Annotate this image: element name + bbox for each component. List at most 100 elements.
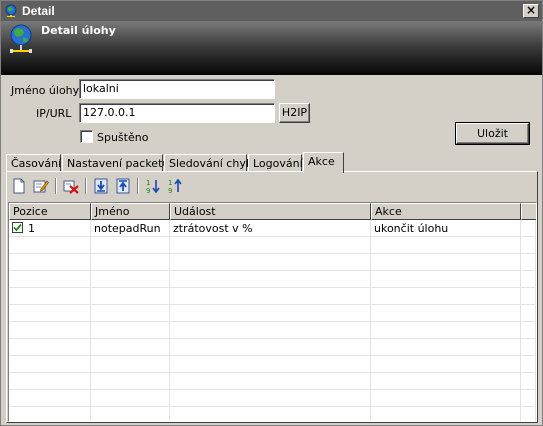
empty-cell: [371, 254, 521, 271]
empty-row: [9, 271, 536, 288]
empty-cell: [521, 373, 536, 390]
tab-sledovani-chyb[interactable]: Sledování chyb: [164, 154, 253, 172]
window-title: Detail: [22, 4, 55, 18]
edit-icon: [33, 180, 49, 193]
delete-icon: [63, 180, 79, 194]
move-down-icon: [94, 178, 108, 194]
empty-cell: [170, 373, 371, 390]
empty-cell: [371, 356, 521, 373]
new-document-icon: [13, 178, 25, 194]
empty-cell: [91, 339, 170, 356]
title-bar[interactable]: Detail ×: [1, 1, 542, 21]
empty-row: [9, 407, 536, 421]
column-header-akce[interactable]: Akce: [371, 203, 521, 220]
globe-icon: [4, 4, 18, 18]
actions-grid[interactable]: Pozice Jméno Událost Akce 1 notepadRun z…: [8, 202, 537, 422]
empty-cell: [521, 339, 536, 356]
empty-cell: [91, 271, 170, 288]
move-down-button[interactable]: [91, 176, 111, 196]
sort-descending-icon: 1 9: [168, 178, 182, 194]
empty-cell: [371, 373, 521, 390]
check-icon: [13, 223, 22, 232]
empty-cell: [521, 407, 536, 421]
empty-cell: [371, 288, 521, 305]
empty-cell: [170, 322, 371, 339]
sort-ascending-icon: 1 9: [146, 179, 160, 194]
edit-action-button[interactable]: [31, 176, 51, 196]
empty-cell: [91, 305, 170, 322]
column-header-jmeno[interactable]: Jméno: [91, 203, 170, 220]
empty-cell: [521, 356, 536, 373]
new-action-button[interactable]: [9, 176, 29, 196]
empty-cell: [170, 390, 371, 407]
empty-cell: [9, 305, 91, 322]
empty-cell: [170, 288, 371, 305]
url-label: IP/URL: [36, 107, 72, 120]
cell-position: 1: [9, 220, 91, 237]
empty-cell: [521, 322, 536, 339]
empty-cell: [170, 237, 371, 254]
move-up-button[interactable]: [113, 176, 133, 196]
empty-cell: [521, 237, 536, 254]
empty-cell: [9, 339, 91, 356]
empty-cell: [371, 407, 521, 421]
empty-cell: [371, 271, 521, 288]
sort-ascending-button[interactable]: 1 9: [143, 176, 163, 196]
started-checkbox[interactable]: [80, 130, 93, 143]
empty-cell: [9, 322, 91, 339]
row-checkbox[interactable]: [12, 222, 23, 233]
url-input[interactable]: 127.0.0.1: [79, 103, 275, 123]
toolbar-separator: [55, 178, 57, 194]
empty-cell: [9, 288, 91, 305]
tab-logovani[interactable]: Logování: [248, 154, 303, 172]
row-name: notepadRun: [91, 220, 170, 237]
empty-cell: [9, 390, 91, 407]
empty-cell: [170, 254, 371, 271]
toolbar-separator: [137, 178, 139, 194]
row-position: 1: [28, 222, 35, 235]
tab-casovani[interactable]: Časování: [6, 154, 61, 172]
empty-cell: [521, 390, 536, 407]
empty-cell: [9, 373, 91, 390]
delete-action-button[interactable]: [61, 176, 81, 196]
column-header-udalost[interactable]: Událost: [170, 203, 371, 220]
header-title: Detail úlohy: [41, 24, 116, 37]
empty-cell: [91, 390, 170, 407]
empty-cell: [371, 339, 521, 356]
empty-row: [9, 373, 536, 390]
empty-cell: [9, 356, 91, 373]
row-action: ukončit úlohu: [371, 220, 521, 237]
empty-cell: [170, 356, 371, 373]
empty-row: [9, 305, 536, 322]
header-banner: Detail úlohy: [1, 21, 542, 75]
svg-text:9: 9: [168, 187, 172, 194]
empty-cell: [9, 271, 91, 288]
row-filler: [521, 220, 536, 237]
empty-cell: [91, 254, 170, 271]
move-up-icon: [116, 178, 130, 194]
empty-row: [9, 288, 536, 305]
close-button[interactable]: ×: [523, 4, 539, 18]
save-button[interactable]: Uložit: [455, 122, 530, 145]
empty-row: [9, 322, 536, 339]
column-header-pozice[interactable]: Pozice: [9, 203, 91, 220]
started-label: Spuštěno: [97, 131, 149, 144]
empty-cell: [9, 407, 91, 421]
task-name-input[interactable]: lokalni: [79, 79, 275, 99]
sort-descending-button[interactable]: 1 9: [165, 176, 185, 196]
empty-cell: [170, 339, 371, 356]
empty-cell: [170, 305, 371, 322]
tab-nastaveni-packetu[interactable]: Nastavení packetu: [62, 154, 169, 172]
empty-cell: [371, 305, 521, 322]
h2ip-button[interactable]: H2IP: [279, 103, 310, 123]
empty-cell: [9, 254, 91, 271]
svg-text:9: 9: [146, 187, 150, 194]
table-row[interactable]: 1 notepadRun ztrátovost v % ukončit úloh…: [9, 220, 536, 237]
svg-text:1: 1: [146, 179, 150, 187]
tab-akce[interactable]: Akce: [303, 152, 344, 173]
empty-cell: [371, 322, 521, 339]
row-event: ztrátovost v %: [170, 220, 371, 237]
empty-cell: [91, 237, 170, 254]
empty-cell: [91, 407, 170, 421]
name-label: Jméno úlohy: [11, 84, 80, 97]
